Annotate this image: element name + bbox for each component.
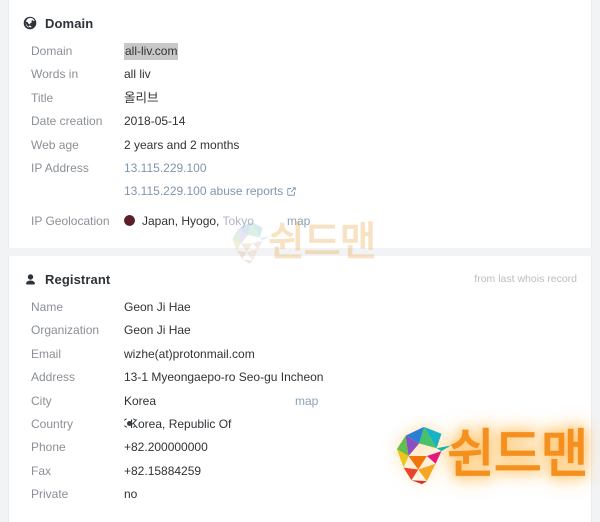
row-value-title: 올리브	[124, 90, 159, 105]
row-label-private: Private	[31, 487, 69, 502]
row-value-private: no	[124, 487, 138, 502]
row-label-name: Name	[31, 300, 64, 314]
table-row: Words in all liv	[9, 63, 591, 86]
table-row: Fax +82.15884259	[9, 460, 591, 483]
row-value-email: wizhe(at)protonmail.com	[124, 346, 255, 361]
registrant-section-header: Registrant from last whois record	[9, 256, 591, 290]
row-label-title: Title	[31, 90, 54, 105]
row-value-name: Geon Ji Hae	[124, 300, 191, 314]
table-row: Name Geon Ji Hae	[9, 296, 591, 319]
geolocation-primary: Japan, Hyogo,	[142, 213, 220, 228]
row-value-domain: all-liv.com	[124, 40, 179, 63]
globe-icon	[23, 16, 37, 30]
row-value-web-age: 2 years and 2 months	[124, 137, 240, 152]
user-icon	[23, 272, 37, 286]
table-row: Web age 2 years and 2 months	[9, 134, 591, 157]
row-label-ip-geolocation: IP Geolocation	[31, 213, 110, 228]
table-row: Email wizhe(at)protonmail.com	[9, 343, 591, 366]
domain-section-title: Domain	[45, 15, 94, 31]
abuse-reports-label: 13.115.229.100 abuse reports	[124, 184, 284, 199]
map-link-city[interactable]: map	[295, 390, 318, 413]
table-row: Country Korea, Republic Of	[9, 413, 591, 436]
map-link-geolocation[interactable]: map	[287, 210, 310, 233]
whois-result-page: Domain Domain all-liv.com Words in all l…	[0, 0, 600, 522]
row-label-words-in: Words in	[31, 67, 79, 82]
table-row: IP Address 13.115.229.100	[9, 157, 591, 180]
row-value-words-in: all liv	[124, 67, 151, 82]
row-label-domain: Domain	[31, 44, 73, 58]
table-row: Title 올리브	[9, 87, 591, 110]
table-row: Private no	[9, 483, 591, 506]
table-row: Organization Geon Ji Hae	[9, 319, 591, 342]
flag-japan-icon	[124, 214, 135, 226]
table-row: Address 13-1 Myeongaepo-ro Seo-gu Incheo…	[9, 366, 591, 389]
row-label-country: Country	[31, 416, 74, 431]
registrant-source-note: from last whois record	[474, 273, 577, 285]
domain-rows: Domain all-liv.com Words in all liv Titl…	[9, 34, 591, 233]
row-label-address: Address	[31, 370, 76, 385]
row-value-city: Korea	[124, 393, 157, 408]
country-name: Korea, Republic Of	[130, 416, 232, 431]
row-label-phone: Phone	[31, 440, 66, 455]
row-label-email: Email	[31, 346, 62, 361]
row-value-phone: +82.200000000	[124, 440, 208, 455]
domain-section-card: Domain Domain all-liv.com Words in all l…	[8, 0, 592, 248]
table-row: Date creation 2018-05-14	[9, 110, 591, 133]
external-link-icon	[287, 187, 296, 196]
abuse-reports-link[interactable]: 13.115.229.100 abuse reports	[124, 180, 296, 203]
table-row: 13.115.229.100 abuse reports	[9, 180, 591, 203]
row-label-city: City	[31, 393, 52, 408]
row-value-address: 13-1 Myeongaepo-ro Seo-gu Incheon	[124, 370, 324, 385]
row-label-organization: Organization	[31, 323, 100, 338]
registrant-section-title: Registrant	[45, 271, 111, 287]
row-value-ip-geolocation: Japan, Hyogo, Tokyo	[124, 210, 254, 233]
table-row: Domain all-liv.com	[9, 40, 591, 63]
row-label-ip-address: IP Address	[31, 160, 89, 175]
table-row: City Korea map	[9, 390, 591, 413]
registrant-rows: Name Geon Ji Hae Organization Geon Ji Ha…	[9, 290, 591, 507]
row-value-date-creation: 2018-05-14	[124, 114, 186, 129]
row-label-date-creation: Date creation	[31, 114, 103, 129]
row-value-fax: +82.15884259	[124, 463, 202, 478]
geolocation-secondary: Tokyo	[222, 213, 254, 228]
row-value-country: Korea, Republic Of	[123, 413, 232, 437]
row-value-organization: Geon Ji Hae	[124, 323, 191, 338]
ip-address-link[interactable]: 13.115.229.100	[124, 157, 207, 180]
row-label-fax: Fax	[31, 463, 52, 478]
registrant-section-card: Registrant from last whois record Name G…	[8, 256, 592, 522]
table-row: IP Geolocation Japan, Hyogo, Tokyo map	[9, 210, 591, 233]
domain-section-header: Domain	[9, 0, 591, 34]
table-row: Phone +82.200000000	[9, 436, 591, 459]
domain-name-highlight[interactable]: all-liv.com	[124, 43, 179, 60]
row-label-web-age: Web age	[31, 137, 79, 152]
